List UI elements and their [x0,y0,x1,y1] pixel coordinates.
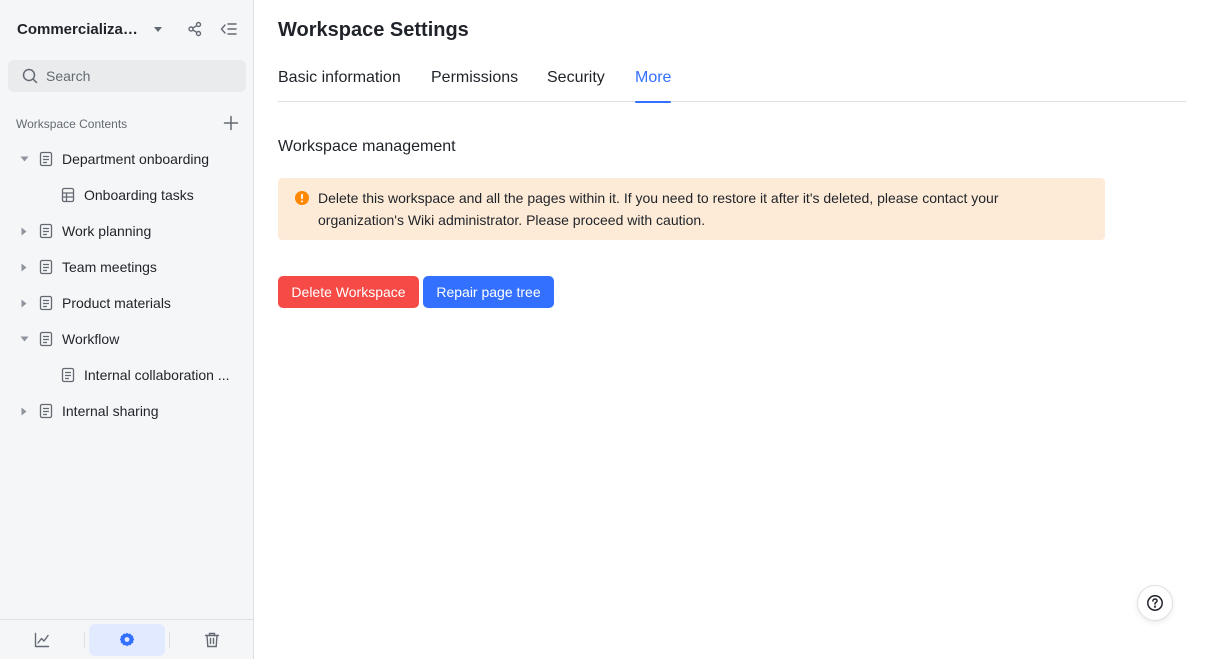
search-input[interactable] [46,68,236,84]
active-tab-indicator [635,101,672,103]
tree-item-internal-collaboration[interactable]: Internal collaboration ... [0,357,253,393]
warning-icon [295,191,309,205]
workspace-title[interactable]: Commercializati... [17,21,141,38]
document-icon [39,259,53,275]
warning-text: Delete this workspace and all the pages … [318,190,999,228]
delete-workspace-button[interactable]: Delete Workspace [278,276,419,308]
divider [84,632,85,648]
document-icon [39,151,53,167]
search-icon [22,68,38,84]
warning-banner: Delete this workspace and all the pages … [278,178,1105,240]
tree-item-work-planning[interactable]: Work planning [0,213,253,249]
tab-permissions[interactable]: Permissions [431,69,518,102]
caret-expanded-icon[interactable] [19,154,29,164]
section-title: Workspace management [278,138,456,155]
caret-collapsed-icon[interactable] [19,262,29,272]
tree-item-label: Product materials [62,295,171,311]
caret-collapsed-icon[interactable] [19,298,29,308]
tree-item-label: Workflow [62,331,120,347]
main-content: Workspace Settings Basic information Per… [254,0,1210,659]
tree-item-onboarding-tasks[interactable]: Onboarding tasks [0,177,253,213]
caret-collapsed-icon[interactable] [19,226,29,236]
tree-item-team-meetings[interactable]: Team meetings [0,249,253,285]
tab-more[interactable]: More [635,69,672,103]
table-doc-icon [61,187,75,203]
tree-item-label: Work planning [62,223,152,239]
divider [169,632,170,648]
tree-item-label: Team meetings [62,259,157,275]
tree-item-workflow[interactable]: Workflow [0,321,253,357]
tab-security[interactable]: Security [547,69,605,102]
add-page-icon[interactable] [222,114,240,132]
tree-item-department-onboarding[interactable]: Department onboarding [0,141,253,177]
document-icon [39,403,53,419]
page-tree: Department onboarding Onboarding tasks W… [0,141,253,429]
settings-tabs: Basic information Permissions Security M… [278,60,1186,103]
tree-item-product-materials[interactable]: Product materials [0,285,253,321]
sidebar-bottom-bar [0,619,253,659]
tab-basic-information[interactable]: Basic information [278,69,401,102]
document-icon [61,367,75,383]
tree-item-internal-sharing[interactable]: Internal sharing [0,393,253,429]
workspace-header: Commercializati... [17,16,243,42]
repair-page-tree-button[interactable]: Repair page tree [423,276,554,308]
share-icon[interactable] [185,19,205,39]
tab-more-label: More [635,69,672,86]
tree-item-label: Onboarding tasks [84,187,194,203]
caret-collapsed-icon[interactable] [19,406,29,416]
collapse-sidebar-icon[interactable] [219,19,239,39]
help-icon[interactable] [1137,585,1173,621]
settings-icon[interactable] [89,624,165,656]
analytics-icon[interactable] [4,624,80,656]
tree-item-label: Internal sharing [62,403,159,419]
document-icon [39,331,53,347]
tree-item-label: Department onboarding [62,151,210,167]
tree-item-label: Internal collaboration ... [84,367,230,383]
caret-down-icon[interactable] [153,24,163,34]
trash-icon[interactable] [174,624,250,656]
sidebar: Commercializati... Workspace Contents [0,0,254,659]
document-icon [39,295,53,311]
page-title: Workspace Settings [278,19,469,41]
caret-expanded-icon[interactable] [19,334,29,344]
workspace-contents-label: Workspace Contents [16,117,128,131]
document-icon [39,223,53,239]
search-box[interactable] [8,60,246,92]
